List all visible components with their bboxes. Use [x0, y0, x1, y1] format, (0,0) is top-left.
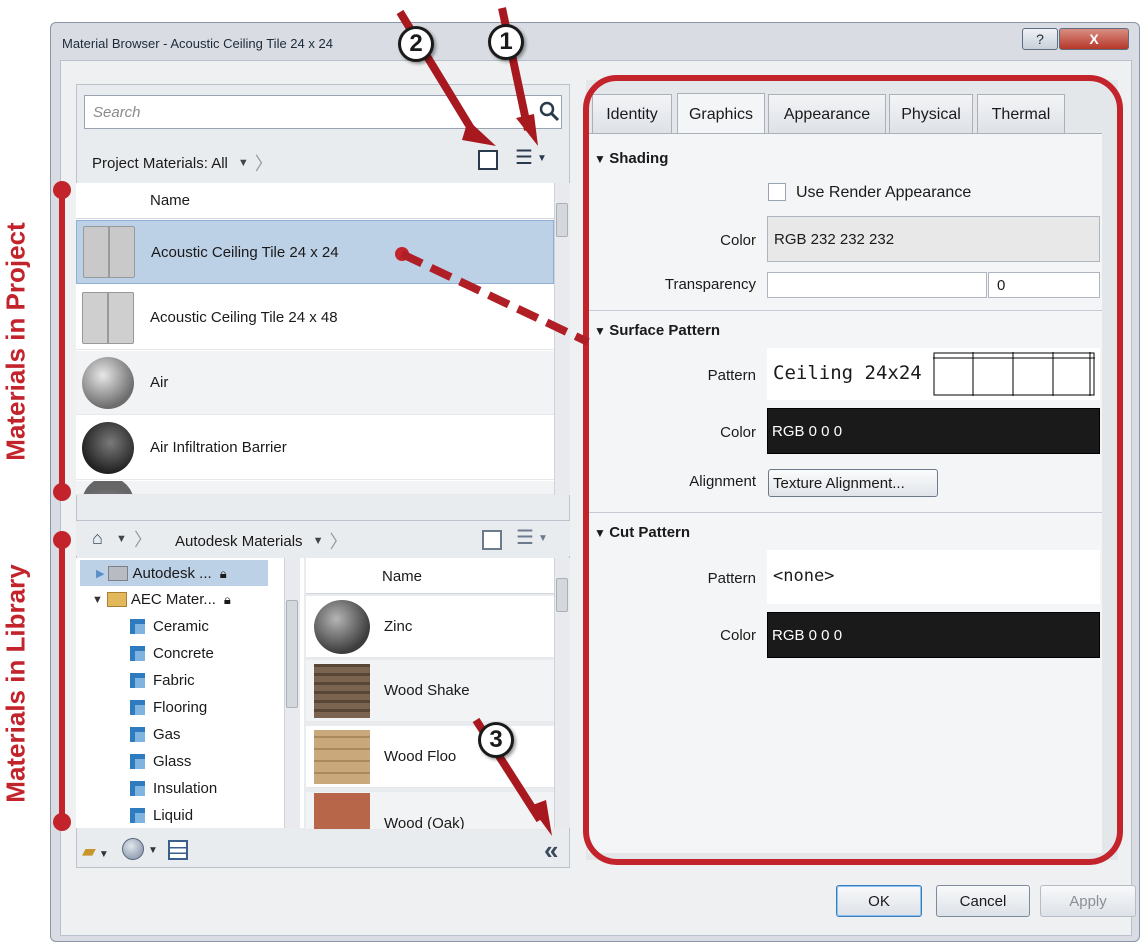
connector-dashed-line — [400, 250, 590, 346]
library-bracket-top-dot — [53, 531, 71, 549]
project-bracket-top-dot — [53, 181, 71, 199]
library-bracket-bottom-dot — [53, 813, 71, 831]
callout-3: 3 — [478, 722, 514, 758]
callout-arrowhead-1 — [516, 114, 538, 146]
callout-arrowhead-2 — [462, 120, 496, 146]
callout-2: 2 — [398, 26, 434, 62]
project-bracket-bottom-dot — [53, 483, 71, 501]
callout-arrowhead-3 — [530, 800, 552, 836]
materials-in-library-label: Materials in Library — [0, 564, 31, 803]
materials-in-project-label: Materials in Project — [0, 222, 31, 461]
callout-1: 1 — [488, 24, 524, 60]
annotation-overlay — [53, 7, 590, 836]
